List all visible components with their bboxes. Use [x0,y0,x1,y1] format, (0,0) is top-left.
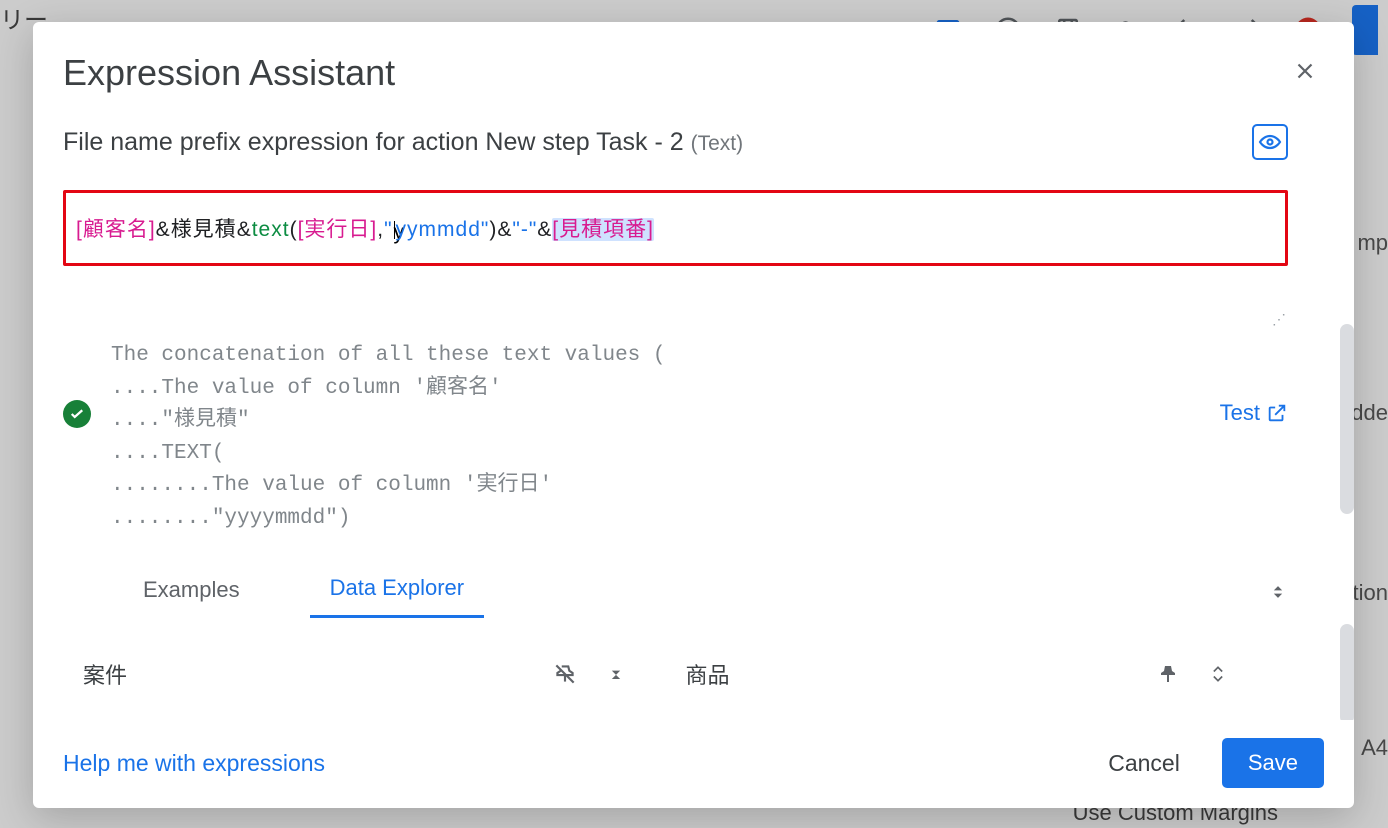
scroll-thumb[interactable] [1340,324,1354,514]
token-concat: & [497,218,512,241]
token-column: [顧客名] [76,218,156,241]
modal-body: File name prefix expression for action N… [33,104,1354,720]
expression-label: File name prefix expression for action N… [63,128,691,156]
expression-type: (Text) [691,132,744,155]
text-cursor: y [394,221,395,239]
expand-icon[interactable] [1208,663,1228,685]
expression-editor[interactable]: [顧客名]&様見積&text([実行日],"yyymmdd")&"-"&[見積項… [76,213,1275,243]
expression-editor-highlight: [顧客名]&様見積&text([実行日],"yyymmdd")&"-"&[見積項… [63,190,1288,266]
explanation-row: The concatenation of all these text valu… [63,340,1288,535]
resize-handle-icon[interactable]: ⋰ [1272,311,1286,328]
tab-data-explorer[interactable]: Data Explorer [310,565,485,618]
editor-resize-area: ⋰ [63,270,1288,330]
tabs-row: Examples Data Explorer [63,565,1288,618]
scrollbar[interactable] [1338,114,1354,720]
table-name-1: 案件 [83,658,552,690]
expression-label-row: File name prefix expression for action N… [63,124,1288,160]
token-concat: & [537,218,552,241]
unpin-icon[interactable] [552,661,578,687]
modal-title: Expression Assistant [63,52,395,94]
token-string: " [384,218,392,241]
token-text: 様見積 [171,218,237,241]
preview-button[interactable] [1252,124,1288,160]
token-string: yymmdd" [396,218,490,241]
data-tables-row: 案件 商品 [63,658,1288,690]
modal-footer: Help me with expressions Cancel Save [33,720,1354,808]
test-button[interactable]: Test [1220,400,1288,426]
modal-header: Expression Assistant [33,22,1354,104]
token-column: [実行日] [298,218,378,241]
expression-assistant-modal: Expression Assistant File name prefix ex… [33,22,1354,808]
collapse-icon[interactable] [606,663,626,685]
table-section-2: 商品 [686,658,1289,690]
cancel-button[interactable]: Cancel [1084,740,1204,787]
tab-examples[interactable]: Examples [123,567,260,617]
pin-icon[interactable] [1156,662,1180,686]
scroll-thumb[interactable] [1340,624,1354,720]
test-label: Test [1220,400,1260,426]
token-function: text [252,218,290,241]
expression-explanation: The concatenation of all these text valu… [111,340,1200,535]
token-column-selected: [見積項番] [552,218,654,241]
table-section-1: 案件 [83,658,686,690]
token-concat: & [237,218,252,241]
table-name-2: 商品 [686,658,1157,690]
save-button[interactable]: Save [1222,738,1324,788]
collapse-toggle-icon[interactable] [1268,581,1288,603]
help-link[interactable]: Help me with expressions [63,750,325,777]
success-check-icon [63,400,91,428]
close-button[interactable] [1286,52,1324,90]
token-string: "-" [512,218,537,241]
token-concat: & [156,218,171,241]
token-paren: ( [290,218,298,241]
